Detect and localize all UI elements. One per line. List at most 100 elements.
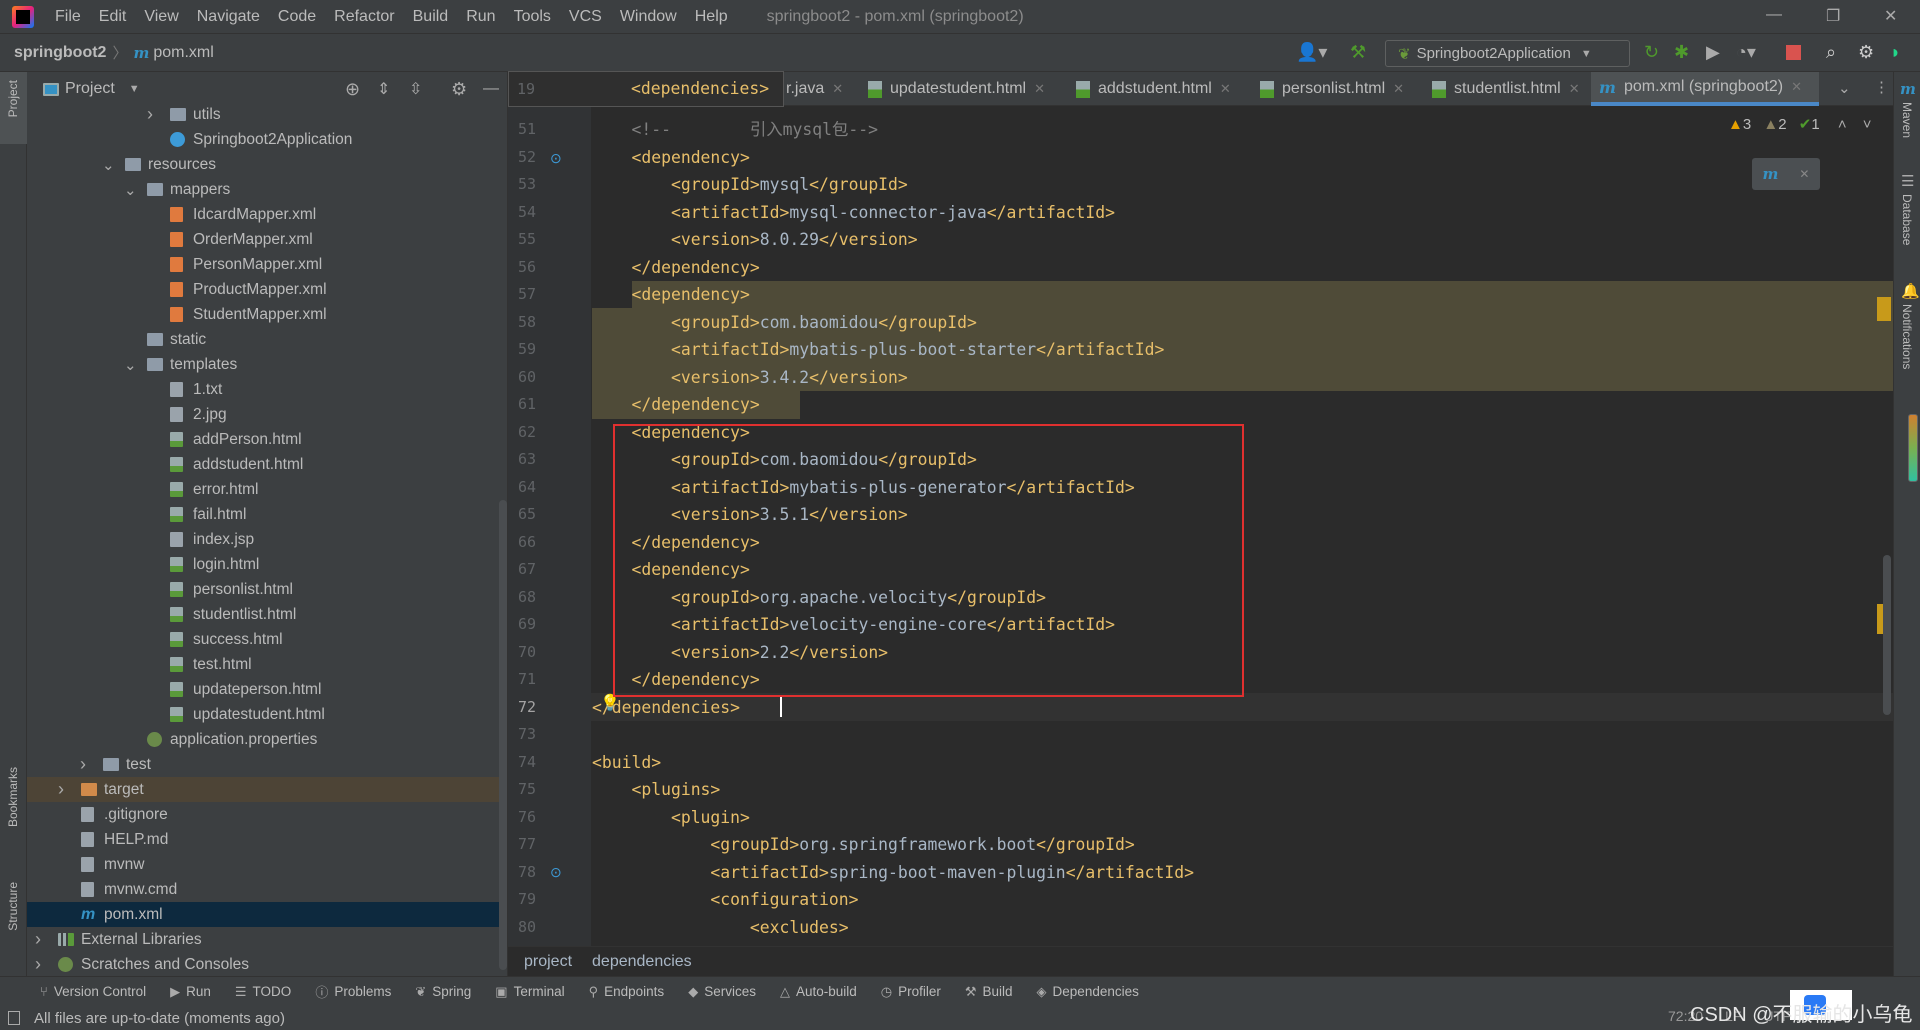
breadcrumb-item[interactable]: dependencies	[592, 953, 692, 971]
locate-icon[interactable]: ⊕	[345, 79, 360, 100]
tree-item[interactable]: › test	[27, 752, 502, 777]
toolwindow-services[interactable]: ◆ Services	[688, 984, 756, 1000]
code-line[interactable]: <artifactId>mysql-connector-java</artifa…	[592, 199, 1115, 227]
code-line[interactable]: <dependency>	[592, 144, 749, 172]
code-line[interactable]: <artifactId>spring-boot-maven-plugin</ar…	[592, 859, 1194, 887]
stop-icon[interactable]	[1786, 45, 1801, 60]
menu-tools[interactable]: Tools	[505, 8, 560, 26]
notifications-tool-tab[interactable]: Notifications	[1900, 304, 1914, 369]
tree-item[interactable]: fail.html	[27, 502, 502, 527]
tree-item[interactable]: PersonMapper.xml	[27, 252, 502, 277]
tree-item[interactable]: application.properties	[27, 727, 502, 752]
chevron-down-icon[interactable]: ⌄	[124, 356, 137, 374]
tab-studentlist[interactable]: studentlist.html ✕	[1424, 72, 1588, 106]
toolwindow-profiler[interactable]: ◷ Profiler	[881, 984, 941, 1000]
menu-edit[interactable]: Edit	[90, 8, 136, 26]
tree-item[interactable]: StudentMapper.xml	[27, 302, 502, 327]
tree-item[interactable]: m pom.xml	[27, 902, 502, 927]
user-icon[interactable]: 👤▾	[1296, 42, 1327, 63]
chevron-right-icon[interactable]: ›	[35, 954, 41, 975]
sticky-scope-header[interactable]: 19 <dependencies>	[508, 71, 784, 107]
code-line[interactable]: <groupId>mysql</groupId>	[592, 171, 908, 199]
toolwindow-version-control[interactable]: ⑂ Version Control	[40, 984, 146, 999]
hide-icon[interactable]: —	[483, 80, 499, 98]
code-line[interactable]: <plugins>	[592, 776, 720, 804]
code-line[interactable]: <!-- 引入mysql包-->	[592, 116, 878, 144]
menu-refactor[interactable]: Refactor	[325, 8, 403, 26]
breadcrumb-item[interactable]: project	[524, 953, 572, 971]
tree-item[interactable]: 1.txt	[27, 377, 502, 402]
tree-item[interactable]: 2.jpg	[27, 402, 502, 427]
toolwindow-build[interactable]: ⚒ Build	[965, 984, 1013, 1000]
maven-reload-popup[interactable]: m ✕	[1752, 158, 1820, 190]
tree-item[interactable]: ⌄ templates	[27, 352, 502, 377]
tab-addstudent[interactable]: addstudent.html ✕	[1068, 72, 1239, 106]
restore-icon[interactable]: ❐	[1826, 6, 1840, 26]
build-hammer-icon[interactable]: ⚒	[1350, 42, 1366, 63]
tree-item[interactable]: › External Libraries	[27, 927, 502, 952]
tab-r-java[interactable]: r.java ✕	[778, 72, 851, 106]
chevron-right-icon[interactable]: ›	[58, 779, 64, 800]
tree-item[interactable]: updateperson.html	[27, 677, 502, 702]
tree-item[interactable]: personlist.html	[27, 577, 502, 602]
code-line[interactable]: </dependency>	[592, 391, 759, 419]
close-icon[interactable]: ✕	[1034, 81, 1045, 97]
tree-item[interactable]: updatestudent.html	[27, 702, 502, 727]
project-tool-tab[interactable]: Project	[6, 80, 20, 117]
toolwindow-todo[interactable]: ☰ TODO	[235, 984, 291, 1000]
project-scrollbar[interactable]	[499, 500, 507, 970]
tree-item[interactable]: index.jsp	[27, 527, 502, 552]
close-icon[interactable]: ✕	[1569, 81, 1580, 97]
tree-item[interactable]: .gitignore	[27, 802, 502, 827]
bookmarks-tool-tab[interactable]: Bookmarks	[6, 767, 20, 827]
tree-item[interactable]: error.html	[27, 477, 502, 502]
tree-item[interactable]: HELP.md	[27, 827, 502, 852]
close-icon[interactable]: ✕	[832, 81, 843, 97]
code-line[interactable]: <groupId>org.springframework.boot</group…	[592, 831, 1134, 859]
tree-item[interactable]: addstudent.html	[27, 452, 502, 477]
expand-all-icon[interactable]: ⇕	[377, 79, 390, 99]
toggle-tool-windows-icon[interactable]	[8, 1011, 20, 1025]
debug-icon[interactable]: ✱	[1674, 42, 1689, 63]
run-gutter-icon[interactable]: ⊙	[550, 864, 562, 881]
tree-item[interactable]: IdcardMapper.xml	[27, 202, 502, 227]
chevron-down-icon[interactable]: ⌄	[102, 156, 115, 174]
menu-window[interactable]: Window	[611, 8, 686, 26]
tree-item[interactable]: OrderMapper.xml	[27, 227, 502, 252]
code-line[interactable]: <build>	[592, 749, 661, 777]
code-line[interactable]: <artifactId>mybatis-plus-boot-starter</a…	[592, 336, 1164, 364]
tree-item[interactable]: ⌄ mappers	[27, 177, 502, 202]
profile-icon[interactable]: ◔▾	[1736, 42, 1756, 63]
menu-view[interactable]: View	[135, 8, 187, 26]
code-line[interactable]: <version>8.0.29</version>	[592, 226, 918, 254]
menu-file[interactable]: File	[46, 8, 90, 26]
code-line[interactable]: <dependency>	[592, 281, 749, 309]
toolwindow-terminal[interactable]: ▣ Terminal	[495, 984, 564, 1000]
tree-item[interactable]: mvnw	[27, 852, 502, 877]
more-icon[interactable]: ⋮	[1874, 78, 1889, 96]
tab-pom-xml[interactable]: m pom.xml (springboot2) ✕	[1591, 72, 1819, 106]
next-icon[interactable]: ˅	[1863, 116, 1872, 133]
menu-help[interactable]: Help	[686, 8, 737, 26]
collapse-all-icon[interactable]: ⇳	[409, 79, 422, 99]
run-gutter-icon[interactable]: ⊙	[550, 150, 562, 167]
project-view-select[interactable]: Project	[65, 80, 115, 98]
inspection-widget[interactable]: ▲3 ▲2 ✔1 ˄ ˅	[1728, 115, 1898, 135]
run-configuration-select[interactable]: ❦ Springboot2Application ▼	[1385, 40, 1630, 67]
toolwindow-auto-build[interactable]: △ Auto-build	[780, 984, 857, 1000]
tab-personlist[interactable]: personlist.html ✕	[1252, 72, 1412, 106]
close-icon[interactable]: ✕	[1791, 79, 1802, 95]
toolwindow-run[interactable]: ▶ Run	[170, 984, 211, 1000]
code-line[interactable]: <excludes>	[592, 914, 849, 942]
code-line[interactable]: <plugin>	[592, 804, 750, 832]
menu-run[interactable]: Run	[457, 8, 504, 26]
code-line[interactable]: <version>3.4.2</version>	[592, 364, 908, 392]
close-icon[interactable]: ✕	[1799, 167, 1809, 181]
tree-item[interactable]: login.html	[27, 552, 502, 577]
toolwindow-endpoints[interactable]: ⚲ Endpoints	[589, 984, 665, 1000]
nav-file[interactable]: pom.xml	[153, 44, 213, 62]
close-icon[interactable]: ✕	[1393, 81, 1404, 97]
gear-icon[interactable]: ⚙	[1858, 42, 1874, 63]
menu-navigate[interactable]: Navigate	[188, 8, 269, 26]
tree-item[interactable]: › target	[27, 777, 502, 802]
